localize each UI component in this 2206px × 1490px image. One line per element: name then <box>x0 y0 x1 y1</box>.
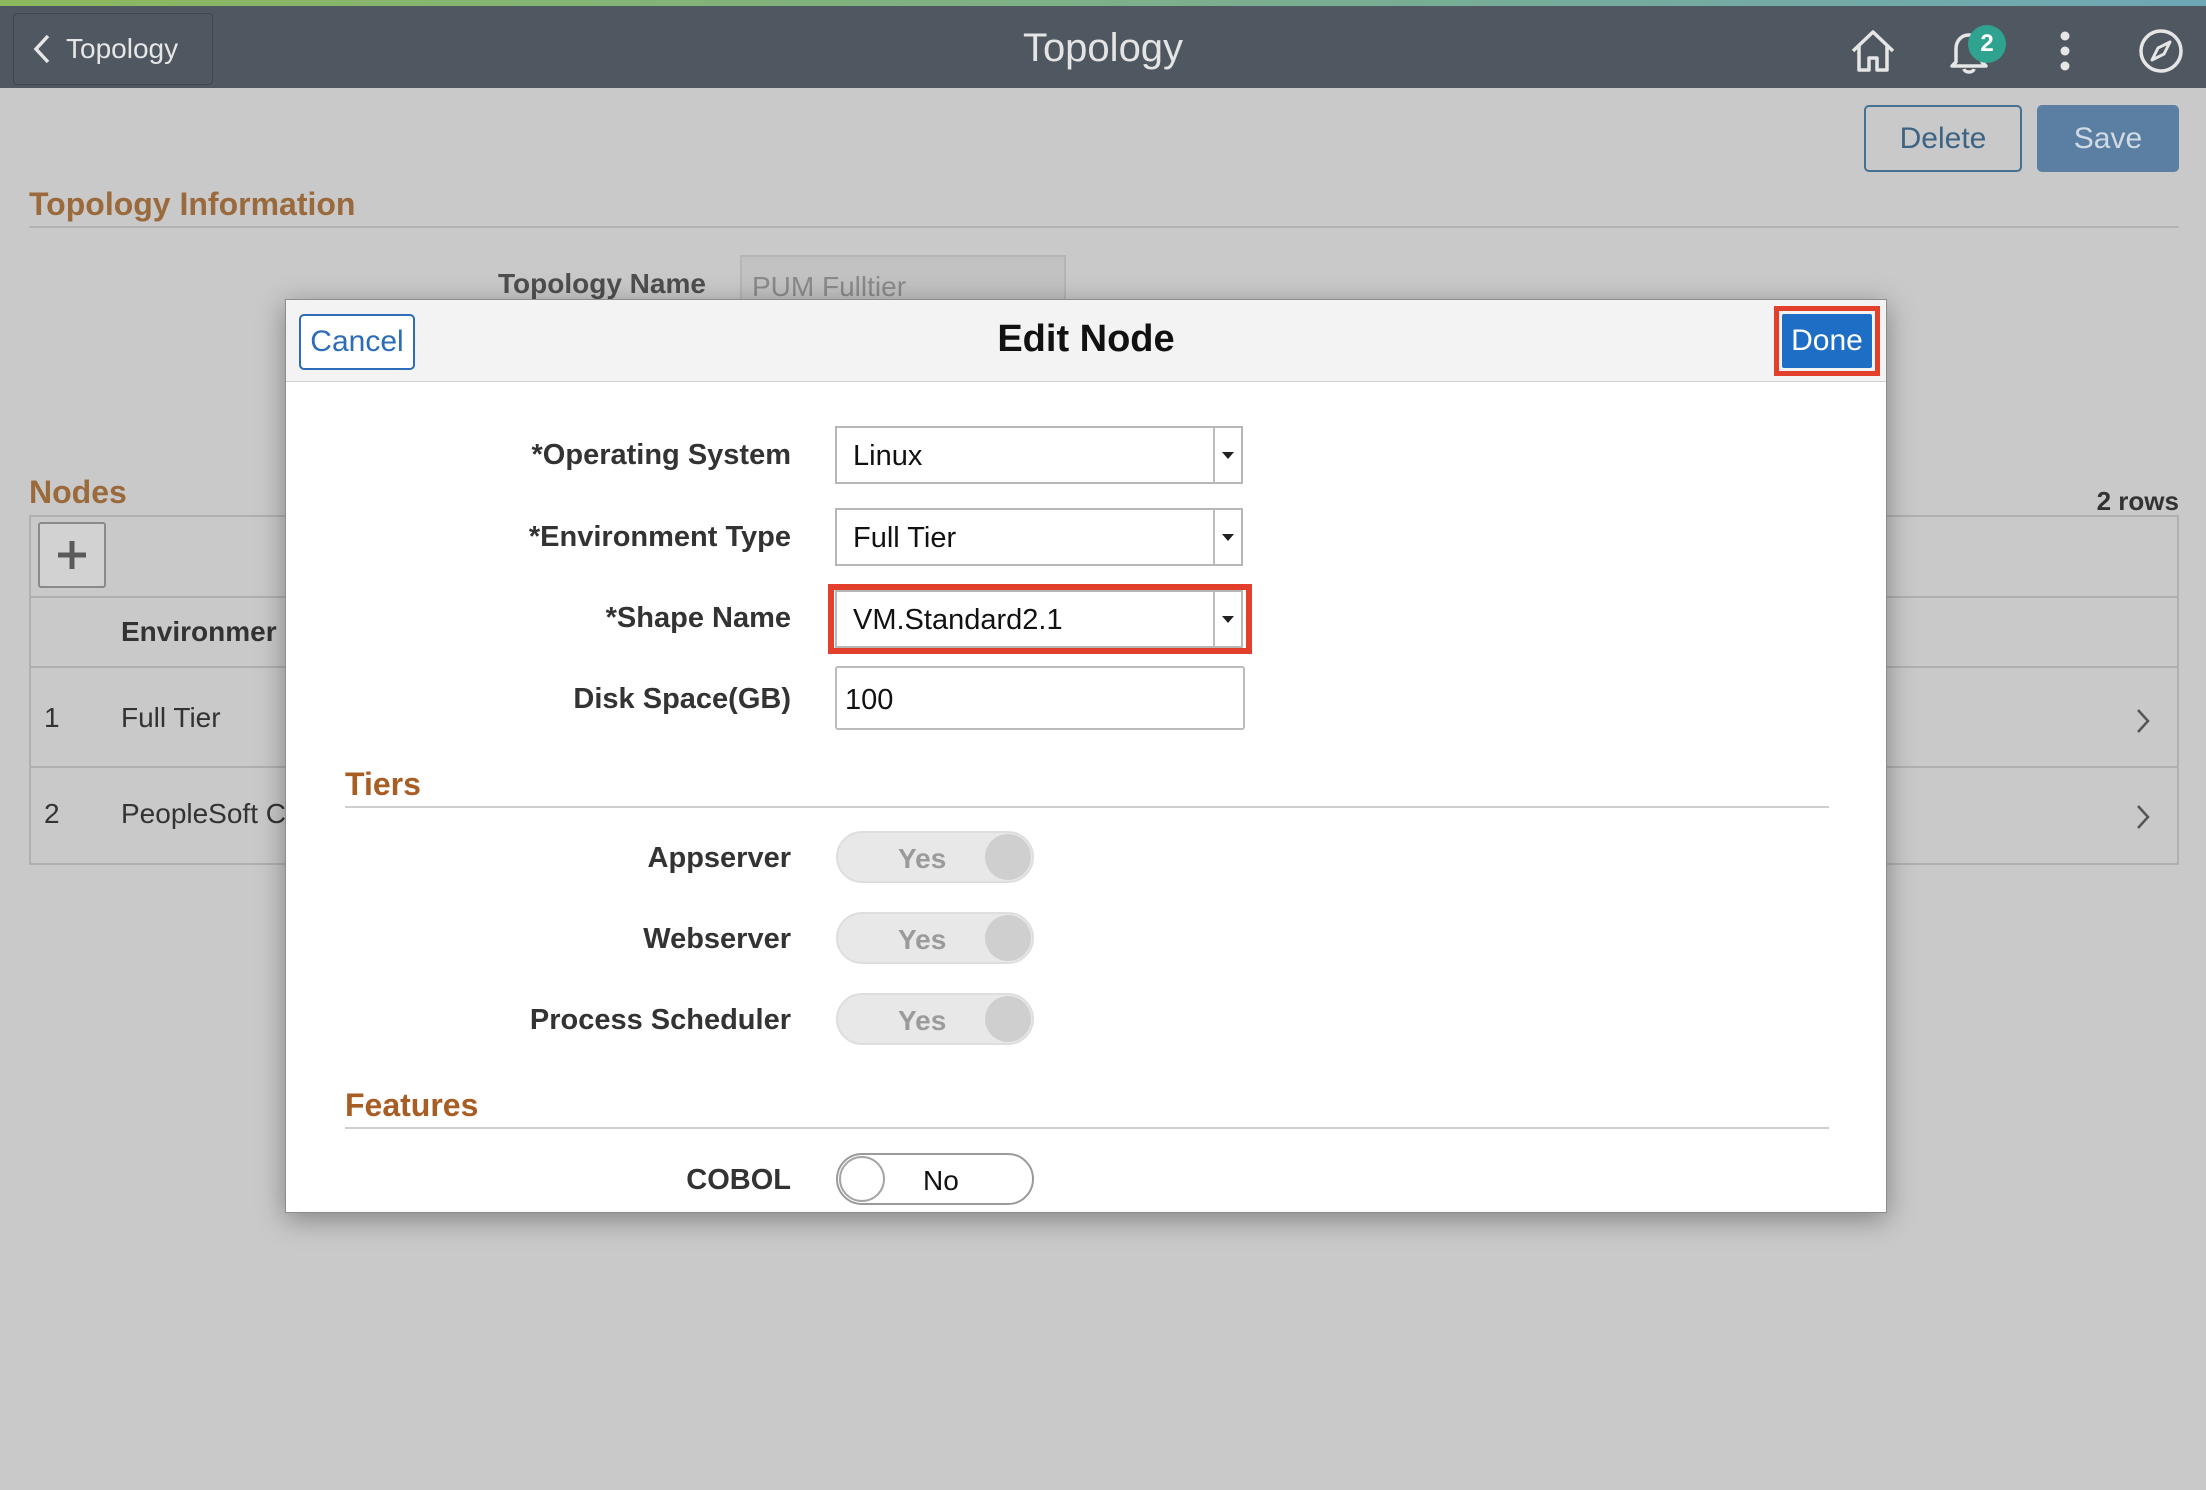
appserver-label: Appserver <box>647 842 791 874</box>
features-divider <box>345 1127 1829 1129</box>
process-scheduler-label: Process Scheduler <box>529 1004 791 1036</box>
shape-name-label: *Shape Name <box>605 602 791 634</box>
environment-type-select[interactable]: Full Tier <box>835 508 1243 566</box>
rows-count: 2 rows <box>2096 486 2179 516</box>
save-button[interactable]: Save <box>2037 105 2179 172</box>
compass-icon[interactable] <box>2136 26 2186 76</box>
environment-type-label: *Environment Type <box>528 521 791 553</box>
chevron-down-icon[interactable] <box>1213 428 1241 482</box>
environment-type-value: Full Tier <box>853 522 957 554</box>
topology-information-heading: Topology Information <box>29 186 356 222</box>
column-header-environment: Environmer <box>121 616 277 647</box>
plus-icon <box>58 541 86 569</box>
toggle-knob <box>985 915 1031 961</box>
section-divider <box>29 226 2179 228</box>
modal-title: Edit Node <box>997 318 1175 360</box>
toggle-state: No <box>923 1165 959 1196</box>
home-icon[interactable] <box>1848 26 1898 76</box>
row-environment: PeopleSoft C <box>121 798 286 829</box>
add-row-button[interactable] <box>38 522 106 588</box>
app-header: Topology Topology 2 <box>0 6 2206 88</box>
modal-header: Cancel Edit Node Done <box>286 300 1886 382</box>
chevron-right-icon[interactable] <box>2133 706 2153 736</box>
operating-system-label: *Operating System <box>531 439 791 471</box>
operating-system-value: Linux <box>853 440 923 472</box>
cobol-label: COBOL <box>686 1164 791 1196</box>
webserver-label: Webserver <box>643 923 791 955</box>
nodes-heading: Nodes <box>29 474 127 510</box>
process-scheduler-toggle[interactable]: Yes <box>836 993 1034 1045</box>
chevron-down-icon[interactable] <box>1213 510 1241 564</box>
toggle-state: Yes <box>898 1005 947 1036</box>
chevron-right-icon[interactable] <box>2133 802 2153 832</box>
notification-badge: 2 <box>1968 25 2006 63</box>
webserver-toggle[interactable]: Yes <box>836 912 1034 964</box>
toggle-state: Yes <box>898 843 947 874</box>
done-button[interactable]: Done <box>1782 314 1872 368</box>
cobol-toggle[interactable]: No <box>836 1153 1034 1205</box>
row-environment: Full Tier <box>121 702 221 733</box>
tiers-divider <box>345 806 1829 808</box>
toggle-knob <box>839 1156 885 1202</box>
toggle-state: Yes <box>898 924 947 955</box>
toggle-knob <box>985 834 1031 880</box>
more-vertical-icon[interactable] <box>2040 26 2090 76</box>
toggle-knob <box>985 996 1031 1042</box>
edit-node-modal: Cancel Edit Node Done *Operating System … <box>285 299 1887 1213</box>
delete-button[interactable]: Delete <box>1864 105 2022 172</box>
topology-name-label: Topology Name <box>498 268 706 299</box>
row-number: 1 <box>44 702 60 733</box>
operating-system-select[interactable]: Linux <box>835 426 1243 484</box>
features-heading: Features <box>345 1087 479 1123</box>
tiers-heading: Tiers <box>345 766 421 802</box>
row-number: 2 <box>44 798 60 829</box>
shape-name-highlight-box <box>828 584 1252 654</box>
disk-space-label: Disk Space(GB) <box>573 683 791 715</box>
disk-space-input[interactable]: 100 <box>835 666 1245 730</box>
appserver-toggle[interactable]: Yes <box>836 831 1034 883</box>
